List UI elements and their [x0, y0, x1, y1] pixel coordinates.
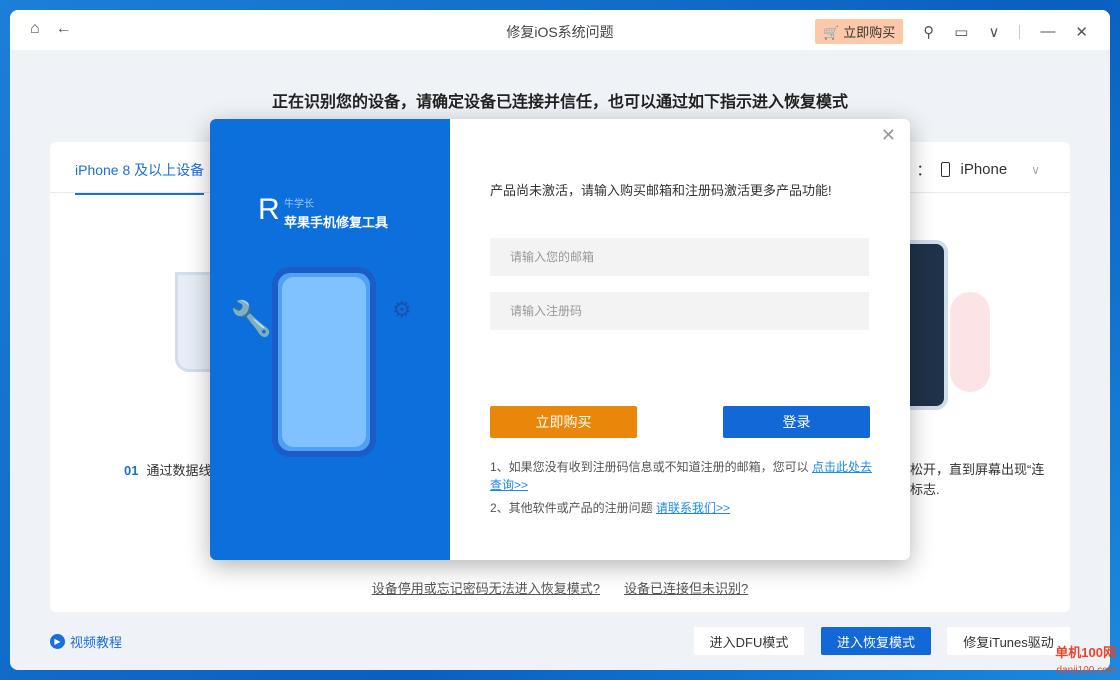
fix-itunes-button[interactable]: 修复iTunes驱动 — [947, 627, 1070, 655]
phone-icon — [941, 162, 951, 177]
phone-illustration — [272, 267, 376, 457]
feedback-icon[interactable]: ▭ — [954, 23, 968, 41]
gear-icon: ⚙ — [392, 297, 412, 322]
minimize-icon[interactable]: — — [1040, 23, 1055, 40]
logo-icon: R — [258, 193, 280, 226]
not-recognized-link[interactable]: 设备已连接但未识别? — [624, 578, 748, 597]
phone-illustration — [906, 240, 948, 410]
hand-illustration — [950, 292, 990, 392]
buy-button[interactable]: 立即购买 — [490, 406, 637, 438]
disabled-device-link[interactable]: 设备停用或忘记密码无法进入恢复模式? — [372, 578, 600, 597]
note-1: 1、如果您没有收到注册码信息或不知道注册的邮箱，您可以 点击此处去查询>> — [490, 460, 873, 492]
email-input[interactable] — [490, 238, 869, 276]
login-button[interactable]: 登录 — [723, 406, 870, 438]
note-2: 2、其他软件或产品的注册问题 请联系我们>> — [490, 501, 731, 515]
phone-illustration — [175, 272, 215, 372]
chevron-down-icon: ∨ — [1031, 162, 1040, 177]
buy-now-button[interactable]: 🛒 立即购买 — [815, 19, 904, 44]
close-icon[interactable]: ✕ — [881, 125, 896, 146]
contact-link[interactable]: 请联系我们>> — [656, 501, 730, 515]
device-select[interactable]: ： iPhone ∨ — [916, 159, 1040, 180]
chevron-down-icon[interactable]: ∨ — [988, 23, 999, 41]
divider — [1019, 24, 1021, 39]
page-heading: 正在识别您的设备，请确定设备已连接并信任，也可以通过如下指示进入恢复模式 — [271, 94, 848, 111]
activation-dialog: R 牛学长 苹果手机修复工具 🔧 ⚙ ✕ 产品尚未激活，请输入购买邮箱和注册码激… — [210, 119, 910, 560]
activation-message: 产品尚未激活，请输入购买邮箱和注册码激活更多产品功能! — [490, 183, 832, 198]
close-icon[interactable]: ✕ — [1075, 23, 1088, 41]
step-text: 01 通过数据线 — [124, 463, 212, 478]
recovery-mode-button[interactable]: 进入恢复模式 — [821, 627, 931, 655]
cart-icon: 🛒 — [823, 25, 840, 40]
dfu-mode-button[interactable]: 进入DFU模式 — [694, 627, 804, 655]
dialog-banner: R 牛学长 苹果手机修复工具 🔧 ⚙ — [210, 119, 450, 560]
video-tutorial-link[interactable]: ▶ 视频教程 — [50, 632, 122, 651]
watermark-logo: 单机100网 danji100.com — [1055, 645, 1116, 676]
tab-iphone8-plus[interactable]: iPhone 8 及以上设备 — [75, 160, 205, 195]
logo: R 牛学长 苹果手机修复工具 — [258, 193, 389, 231]
wrench-icon: 🔧 — [230, 300, 273, 338]
title-bar: ⌂ ← 修复iOS系统问题 🛒 立即购买 ⚲ ▭ ∨ — ✕ — [10, 10, 1110, 50]
registration-code-input[interactable] — [490, 292, 869, 330]
step-text-right: 松开，直到屏幕出现“连 标志. — [910, 462, 1045, 497]
key-icon[interactable]: ⚲ — [923, 23, 934, 41]
play-icon: ▶ — [50, 634, 65, 649]
